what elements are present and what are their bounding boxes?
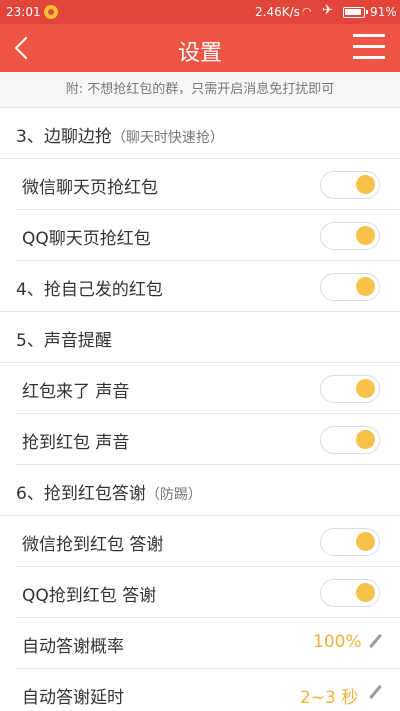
wifi-icon: ◠ — [302, 5, 312, 18]
toggle-knob — [356, 226, 375, 245]
row-label-text: 红包来了 声音 — [22, 382, 130, 402]
toggle-switch[interactable] — [320, 171, 380, 199]
toggle-knob — [356, 430, 375, 449]
toggle-knob — [356, 175, 375, 194]
row-sublabel: （聊天时快速抢） — [111, 130, 224, 146]
toggle-switch[interactable] — [320, 273, 380, 301]
row-qq-thanks[interactable]: QQ抢到红包 答谢 — [0, 567, 400, 618]
toggle-knob — [356, 379, 375, 398]
toggle-switch[interactable] — [320, 375, 380, 403]
toggle-knob — [356, 277, 375, 296]
row-value[interactable]: 2~3 秒 — [300, 683, 358, 708]
row-label-text: 微信抢到红包 答谢 — [22, 535, 164, 555]
row-label-text: 6、抢到红包答谢 — [16, 484, 146, 504]
row-label: 微信抢到红包 答谢 — [22, 530, 163, 555]
row-label-text: 3、边聊边抢 — [16, 127, 112, 147]
row-redpacket-got-sound[interactable]: 抢到红包 声音 — [0, 414, 400, 465]
airplane-mode-icon: ✈ — [322, 3, 333, 18]
row-label: 抢到红包 声音 — [22, 428, 129, 453]
row-label: 自动答谢延时 — [22, 683, 124, 708]
row-label: 自动答谢概率 — [22, 632, 124, 657]
toggle-switch[interactable] — [320, 528, 380, 556]
status-time: 23:01 — [6, 5, 41, 19]
menu-icon[interactable] — [353, 32, 387, 62]
row-label: 6、抢到红包答谢（防踢） — [16, 479, 202, 504]
row-section-5-sound-alert: 5、声音提醒 — [0, 312, 400, 363]
toggle-switch[interactable] — [320, 426, 380, 454]
row-label-text: 抢到红包 声音 — [22, 433, 130, 453]
battery-icon — [343, 7, 368, 18]
network-speed: 2.46K/s — [255, 5, 300, 19]
row-label: 5、声音提醒 — [16, 326, 112, 351]
row-label-text: QQ抢到红包 答谢 — [22, 586, 157, 606]
row-section-3-chat-grab: 3、边聊边抢（聊天时快速抢） — [0, 108, 400, 159]
row-section-4-grab-own[interactable]: 4、抢自己发的红包 — [0, 261, 400, 312]
row-label-text: 4、抢自己发的红包 — [16, 280, 163, 300]
row-wechat-chat-grab[interactable]: 微信聊天页抢红包 — [0, 159, 400, 210]
title-bar: 设置 — [0, 24, 400, 72]
toggle-knob — [356, 532, 375, 551]
row-label: 4、抢自己发的红包 — [16, 275, 163, 300]
notification-icon — [44, 5, 58, 19]
toggle-switch[interactable] — [320, 579, 380, 607]
row-label-text: QQ聊天页抢红包 — [22, 229, 151, 249]
row-auto-thanks-probability[interactable]: 自动答谢概率 100% — [0, 618, 400, 669]
row-section-6-thanks: 6、抢到红包答谢（防踢） — [0, 465, 400, 516]
row-label-text: 微信聊天页抢红包 — [22, 178, 158, 198]
row-label-text: 自动答谢概率 — [22, 637, 124, 657]
edit-pencil-icon[interactable] — [369, 633, 381, 651]
page-title: 设置 — [177, 41, 222, 66]
row-label-text: 自动答谢延时 — [22, 688, 124, 708]
hint-text: 附: 不想抢红包的群，只需开启消息免打扰即可 — [0, 72, 400, 108]
row-label: QQ聊天页抢红包 — [22, 224, 151, 249]
row-label: 微信聊天页抢红包 — [22, 173, 158, 198]
row-label: QQ抢到红包 答谢 — [22, 581, 156, 606]
edit-pencil-icon[interactable] — [369, 684, 381, 702]
row-redpacket-arrive-sound[interactable]: 红包来了 声音 — [0, 363, 400, 414]
status-bar: 23:01 2.46K/s ◠ ✈ 91% — [0, 0, 400, 24]
row-wechat-thanks[interactable]: 微信抢到红包 答谢 — [0, 516, 400, 567]
row-label: 3、边聊边抢（聊天时快速抢） — [16, 122, 224, 147]
battery-percent: 91% — [370, 5, 397, 19]
row-label-text: 5、声音提醒 — [16, 331, 112, 351]
row-qq-chat-grab[interactable]: QQ聊天页抢红包 — [0, 210, 400, 261]
row-label: 红包来了 声音 — [22, 377, 129, 402]
row-sublabel: （防踢） — [145, 487, 202, 503]
toggle-switch[interactable] — [320, 222, 380, 250]
toggle-knob — [356, 583, 375, 602]
row-auto-thanks-delay[interactable]: 自动答谢延时 2~3 秒 — [0, 669, 400, 711]
row-value[interactable]: 100% — [313, 632, 362, 652]
